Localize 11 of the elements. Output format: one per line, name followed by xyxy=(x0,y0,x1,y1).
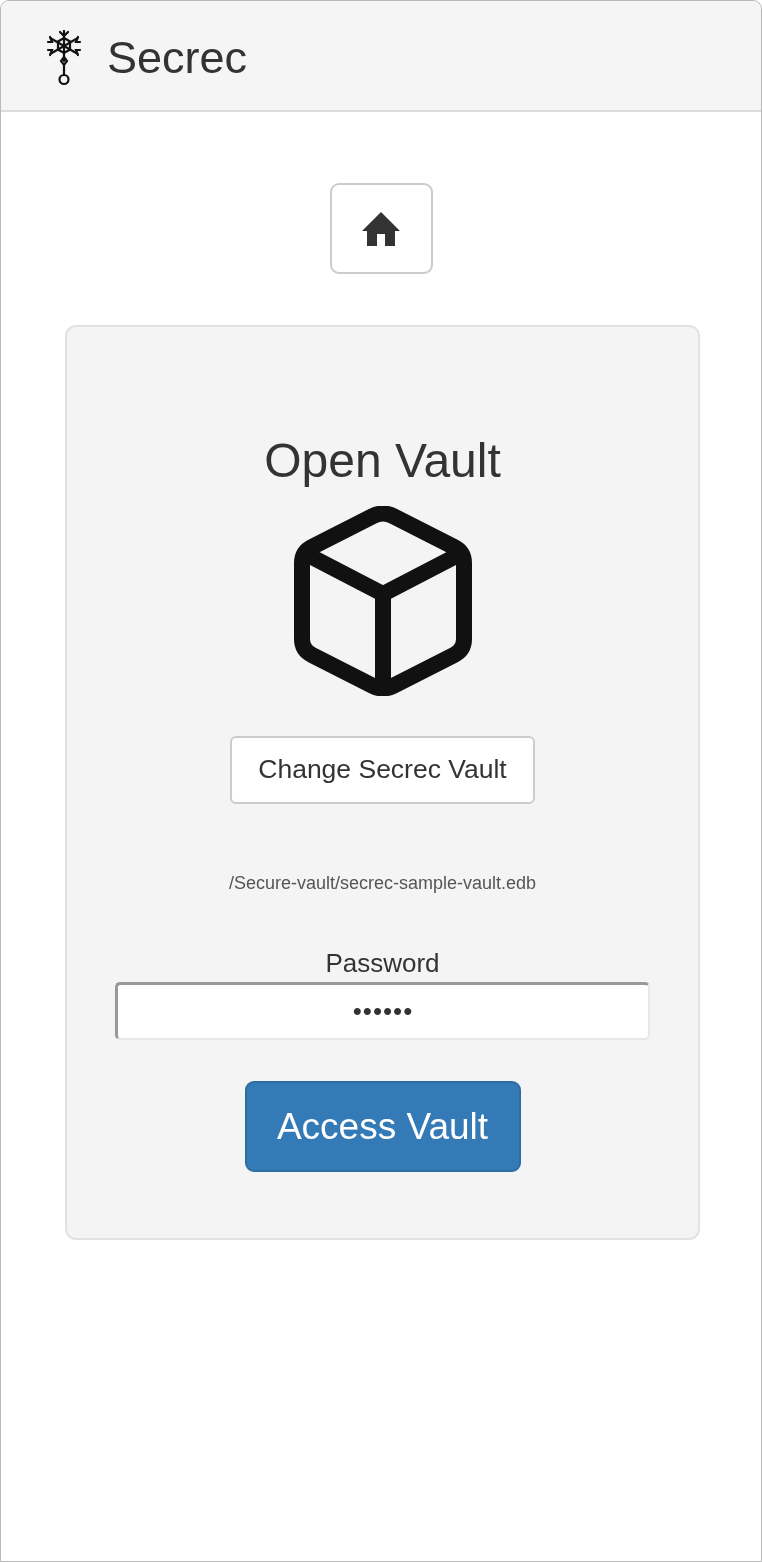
app-title: Secrec xyxy=(107,35,248,80)
home-icon xyxy=(362,211,400,246)
snowflake-logo-icon xyxy=(45,29,83,86)
password-label: Password xyxy=(325,949,440,976)
cube-icon xyxy=(293,506,472,696)
password-field[interactable]: •••••• xyxy=(115,981,650,1040)
vault-file-path: /Secure-vault/secrec-sample-vault.edb xyxy=(228,873,537,892)
change-vault-button[interactable]: Change Secrec Vault xyxy=(230,736,535,804)
access-vault-button[interactable]: Access Vault xyxy=(244,1080,521,1172)
home-button[interactable] xyxy=(329,183,433,274)
vault-title: Open Vault xyxy=(264,437,501,485)
